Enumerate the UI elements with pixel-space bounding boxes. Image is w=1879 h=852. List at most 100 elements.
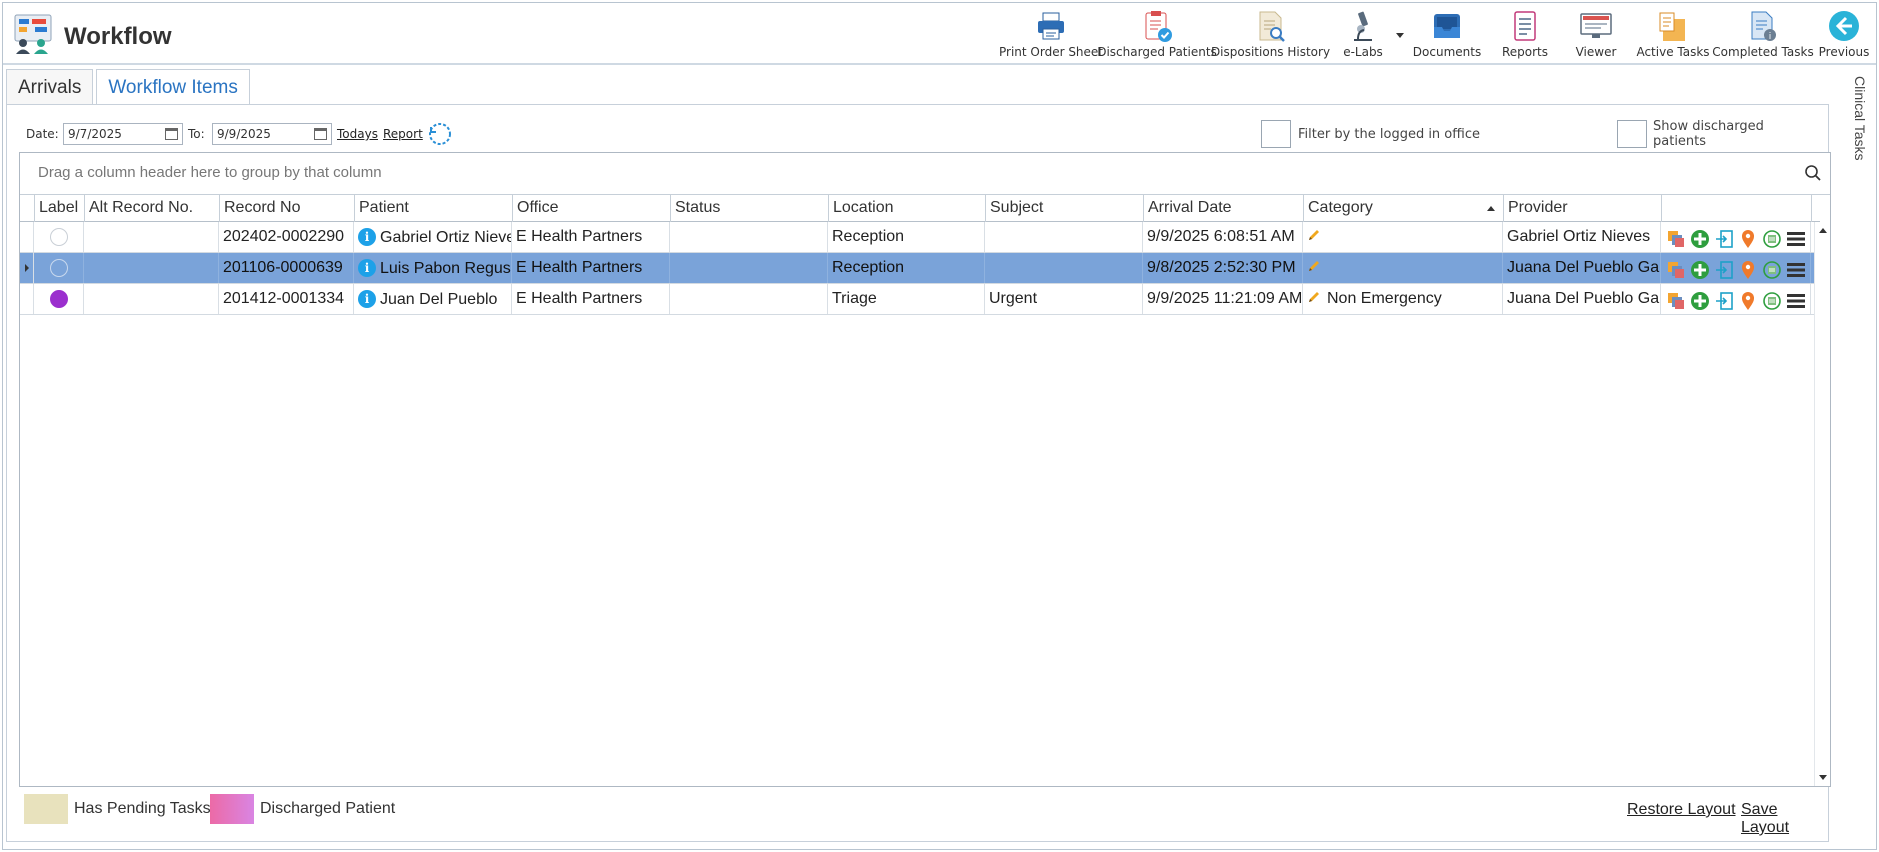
disposition-icon[interactable] (1761, 228, 1783, 250)
category-cell[interactable]: Non Emergency (1303, 284, 1503, 314)
date-to-value: 9/9/2025 (217, 127, 271, 141)
filter-bar: Date: 9/7/2025 To: 9/9/2025 Todays Repor… (20, 119, 1820, 150)
scroll-up-icon[interactable] (1819, 228, 1827, 233)
label-dot-icon[interactable] (50, 259, 68, 277)
menu-icon[interactable] (1785, 259, 1807, 281)
row-indicator-header (20, 195, 35, 222)
patient-cell[interactable]: i Luis Pabon Regus (354, 253, 512, 283)
documents-button[interactable]: Documents (1404, 3, 1490, 65)
refresh-button[interactable] (427, 120, 453, 148)
label-dot-icon[interactable] (50, 290, 68, 308)
add-circle-icon[interactable] (1689, 228, 1711, 250)
calendar-icon[interactable] (165, 128, 178, 140)
dispositions-history-button[interactable]: Dispositions History (1211, 3, 1330, 65)
menu-icon[interactable] (1785, 290, 1807, 312)
status-cell (670, 284, 828, 314)
info-icon[interactable]: i (358, 259, 376, 277)
column-category[interactable]: Category (1304, 195, 1504, 222)
patient-cell[interactable]: i Juan Del Pueblo (354, 284, 512, 314)
save-layout-link[interactable]: Save Layout (1741, 801, 1828, 837)
legend-swatch-pending (24, 794, 68, 824)
print-order-sheet-button[interactable]: Print Order Sheet (999, 3, 1103, 65)
category-cell[interactable] (1303, 253, 1503, 283)
info-icon[interactable]: i (358, 228, 376, 246)
report-link[interactable]: Report (383, 120, 423, 148)
column-office[interactable]: Office (513, 195, 671, 222)
table-row[interactable]: 202402-0002290 i Gabriel Ortiz Nieves E H… (20, 222, 1820, 253)
documents-stack-icon[interactable] (1665, 259, 1687, 281)
sort-ascending-icon (1487, 206, 1495, 211)
table-row[interactable]: 201412-0001334 i Juan Del Pueblo E Health… (20, 284, 1820, 315)
column-status[interactable]: Status (671, 195, 829, 222)
location-pin-icon[interactable] (1737, 290, 1759, 312)
column-provider[interactable]: Provider (1504, 195, 1662, 222)
pencil-icon[interactable] (1307, 259, 1321, 273)
app-header: Workflow Print Order Sheet Discharged Pa… (3, 3, 1876, 65)
column-label[interactable]: Label (35, 195, 85, 222)
column-location[interactable]: Location (829, 195, 986, 222)
group-panel[interactable]: Drag a column header here to group by th… (20, 153, 1830, 195)
chevron-down-icon[interactable] (1396, 33, 1404, 38)
disposition-icon[interactable] (1761, 290, 1783, 312)
column-subject[interactable]: Subject (986, 195, 1144, 222)
toolbar: Print Order Sheet Discharged Patients Di… (999, 3, 1876, 65)
sign-in-icon[interactable] (1713, 228, 1735, 250)
documents-stack-icon[interactable] (1665, 228, 1687, 250)
microscope-icon (1345, 8, 1381, 44)
calendar-icon[interactable] (314, 128, 327, 140)
location-cell: Triage (828, 284, 985, 314)
location-cell: Reception (828, 253, 985, 283)
restore-layout-link[interactable]: Restore Layout (1627, 801, 1736, 819)
search-icon[interactable] (1804, 164, 1822, 182)
label-cell[interactable] (34, 222, 84, 252)
todays-link[interactable]: Todays (337, 120, 378, 148)
column-record-no[interactable]: Record No (220, 195, 355, 222)
column-alt-record-no[interactable]: Alt Record No. (85, 195, 220, 222)
category-cell[interactable] (1303, 222, 1503, 252)
column-patient[interactable]: Patient (355, 195, 513, 222)
row-indicator (20, 222, 34, 252)
label-dot-icon[interactable] (50, 228, 68, 246)
completed-tasks-button[interactable]: i Completed Tasks (1712, 3, 1814, 65)
add-circle-icon[interactable] (1689, 290, 1711, 312)
office-cell: E Health Partners (512, 253, 670, 283)
vertical-scrollbar[interactable] (1814, 222, 1830, 786)
row-indicator (20, 284, 34, 314)
date-to-field[interactable]: 9/9/2025 (212, 123, 332, 145)
monitor-icon (1578, 8, 1614, 44)
add-circle-icon[interactable] (1689, 259, 1711, 281)
label-cell[interactable] (34, 284, 84, 314)
patient-cell[interactable]: i Gabriel Ortiz Nieves (354, 222, 512, 252)
row-actions (1661, 253, 1811, 283)
menu-icon[interactable] (1785, 228, 1807, 250)
e-labs-button[interactable]: e-Labs (1328, 3, 1404, 65)
checkbox[interactable] (1617, 120, 1647, 148)
subject-cell: Urgent (985, 284, 1143, 314)
reports-button[interactable]: Reports (1490, 3, 1560, 65)
discharged-patients-button[interactable]: Discharged Patients (1097, 3, 1217, 65)
column-arrival-date[interactable]: Arrival Date (1144, 195, 1304, 222)
tab-workflow-items[interactable]: Workflow Items (96, 69, 250, 106)
active-tasks-button[interactable]: Active Tasks (1632, 3, 1714, 65)
location-pin-icon[interactable] (1737, 259, 1759, 281)
info-icon[interactable]: i (358, 290, 376, 308)
tab-arrivals[interactable]: Arrivals (6, 69, 94, 105)
show-discharged-checkbox[interactable] (1617, 120, 1647, 148)
pencil-icon[interactable] (1307, 290, 1321, 304)
filter-office-checkbox[interactable] (1261, 120, 1291, 148)
disposition-icon[interactable] (1761, 259, 1783, 281)
sign-in-icon[interactable] (1713, 290, 1735, 312)
side-tab-clinical-tasks[interactable]: Clinical Tasks (1838, 70, 1870, 180)
documents-stack-icon[interactable] (1665, 290, 1687, 312)
previous-button[interactable]: Previous (1812, 3, 1876, 65)
scroll-down-icon[interactable] (1819, 775, 1827, 780)
viewer-button[interactable]: Viewer (1560, 3, 1632, 65)
date-from-field[interactable]: 9/7/2025 (63, 123, 183, 145)
location-pin-icon[interactable] (1737, 228, 1759, 250)
sign-in-icon[interactable] (1713, 259, 1735, 281)
pencil-icon[interactable] (1307, 228, 1321, 242)
label-cell[interactable] (34, 253, 84, 283)
checkbox[interactable] (1261, 120, 1291, 148)
office-cell: E Health Partners (512, 284, 670, 314)
table-row-selected[interactable]: 201106-0000639 i Luis Pabon Regus E Healt… (20, 253, 1820, 284)
